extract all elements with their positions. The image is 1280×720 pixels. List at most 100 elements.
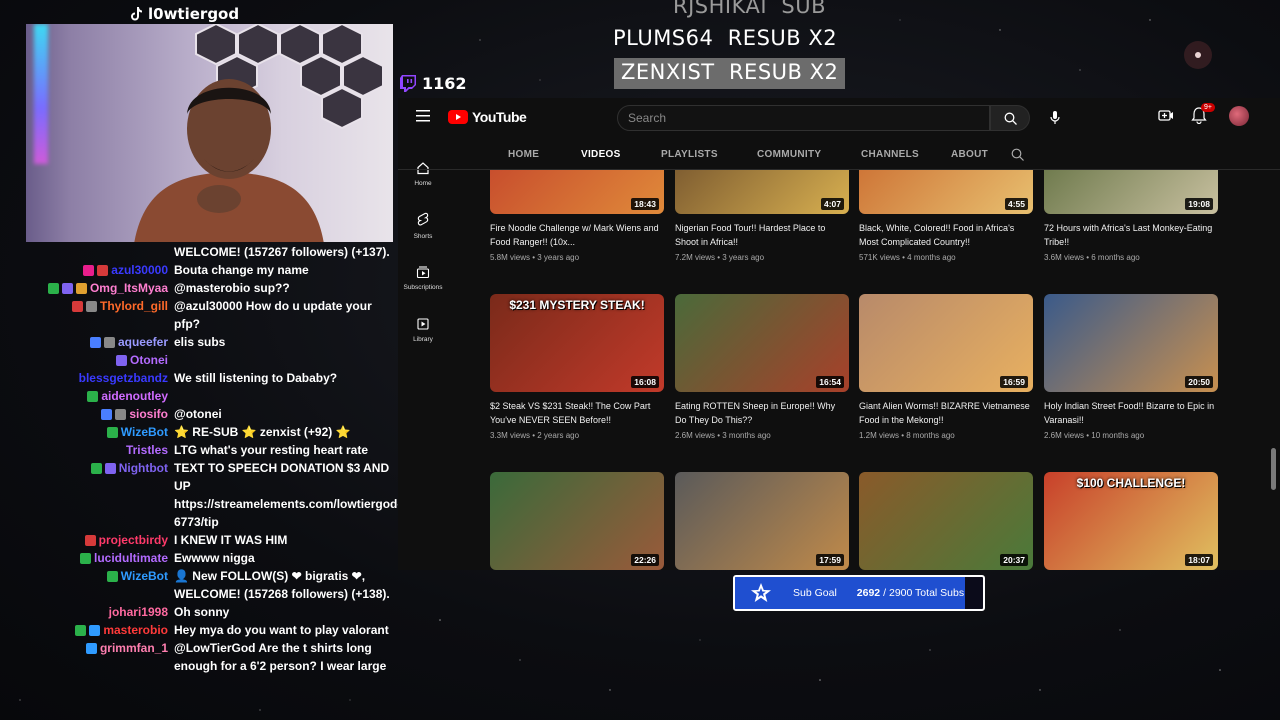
sidebar-item-library[interactable]: Library <box>398 304 448 356</box>
chat-username[interactable]: grimmfan_1 <box>100 639 168 657</box>
chat-message: azul30000 Bouta change my name <box>30 261 390 279</box>
chat-badge-icon[interactable] <box>75 282 87 294</box>
tab-about[interactable]: ABOUT <box>951 149 1011 160</box>
video-thumbnail[interactable]: 4:07 <box>675 170 849 214</box>
chat-username[interactable]: Tristles <box>126 441 168 459</box>
chat-username[interactable]: projectbirdy <box>99 531 168 549</box>
account-avatar[interactable] <box>1229 106 1249 126</box>
video-thumbnail[interactable]: 16:54 <box>675 294 849 392</box>
chat-badge-icon[interactable] <box>115 408 127 420</box>
chat-username[interactable]: aqueefer <box>118 333 168 351</box>
chat-badge-icon[interactable] <box>89 624 101 636</box>
video-thumbnail[interactable]: $100 CHALLENGE! 18:07 <box>1044 472 1218 570</box>
search-button[interactable] <box>990 105 1030 131</box>
chat-username[interactable]: Otonei <box>130 351 168 369</box>
video-thumbnail[interactable]: 4:55 <box>859 170 1033 214</box>
video-card[interactable]: 20:37 <box>859 472 1033 570</box>
video-thumbnail[interactable]: 16:59 <box>859 294 1033 392</box>
chat-badge-icon[interactable] <box>85 300 97 312</box>
channel-tabs: HOME VIDEOS PLAYLISTS COMMUNITY CHANNELS… <box>508 140 1024 168</box>
viewer-count: 1162 <box>400 74 467 93</box>
tab-channels[interactable]: CHANNELS <box>861 149 951 160</box>
sidebar-item-home[interactable]: Home <box>398 148 448 200</box>
video-title[interactable]: $2 Steak VS $231 Steak!! The Cow Part Yo… <box>490 400 664 427</box>
chat-badge-icon[interactable] <box>101 408 113 420</box>
video-title[interactable]: Nigerian Food Tour!! Hardest Place to Sh… <box>675 222 849 249</box>
tab-playlists[interactable]: PLAYLISTS <box>661 149 757 160</box>
video-thumbnail[interactable]: 20:37 <box>859 472 1033 570</box>
youtube-logo[interactable]: YouTube <box>448 109 527 125</box>
chat-badge-icon[interactable] <box>106 570 118 582</box>
video-card[interactable]: 17:59 <box>675 472 849 570</box>
create-button[interactable] <box>1157 106 1175 129</box>
tab-home[interactable]: HOME <box>508 149 581 160</box>
video-card[interactable]: 19:08 72 Hours with Africa's Last Monkey-… <box>1044 170 1218 262</box>
video-card[interactable]: 18:43 Fire Noodle Challenge w/ Mark Wiens… <box>490 170 664 262</box>
video-thumbnail[interactable]: $231 MYSTERY STEAK! 16:08 <box>490 294 664 392</box>
chat-badge-icon[interactable] <box>85 642 97 654</box>
chat-username[interactable]: aidenoutley <box>101 387 168 405</box>
chat-username[interactable]: WizeBot <box>121 567 168 585</box>
chat-badge-icon[interactable] <box>71 300 83 312</box>
menu-icon[interactable] <box>416 110 430 122</box>
video-thumbnail[interactable]: 20:50 <box>1044 294 1218 392</box>
tab-community[interactable]: COMMUNITY <box>757 149 861 160</box>
chat-username[interactable]: Nightbot <box>119 459 168 477</box>
search-input[interactable]: Search <box>617 105 990 131</box>
video-title[interactable]: 72 Hours with Africa's Last Monkey-Eatin… <box>1044 222 1218 249</box>
tab-videos[interactable]: VIDEOS <box>581 149 661 160</box>
chat-message: WELCOME! (157267 followers) (+137). <box>30 243 390 261</box>
chat-username[interactable]: masterobio <box>103 621 168 639</box>
chat-username[interactable]: johari1998 <box>109 603 168 621</box>
chat-badge-icon[interactable] <box>87 390 99 402</box>
video-thumbnail[interactable]: 17:59 <box>675 472 849 570</box>
video-title[interactable]: Black, White, Colored!! Food in Africa's… <box>859 222 1033 249</box>
video-thumbnail[interactable]: 18:43 <box>490 170 664 214</box>
chat-badge-icon[interactable] <box>89 336 101 348</box>
chat-username[interactable]: Omg_ItsMyaa <box>90 279 168 297</box>
video-card[interactable]: 16:59 Giant Alien Worms!! BIZARRE Vietnam… <box>859 294 1033 440</box>
video-title[interactable]: Fire Noodle Challenge w/ Mark Wiens and … <box>490 222 664 249</box>
video-title[interactable]: Eating ROTTEN Sheep in Europe!! Why Do T… <box>675 400 849 427</box>
chat-message-text: @LowTierGod Are the t shirts long enough… <box>174 641 387 673</box>
chat-badge-icon[interactable] <box>83 264 95 276</box>
video-card[interactable]: 20:50 Holy Indian Street Food!! Bizarre t… <box>1044 294 1218 440</box>
video-title[interactable]: Holy Indian Street Food!! Bizarre to Epi… <box>1044 400 1218 427</box>
chat-badge-icon[interactable] <box>79 552 91 564</box>
chat-badge-icon[interactable] <box>106 426 118 438</box>
chat-username[interactable]: Thylord_gill <box>100 297 168 315</box>
video-card[interactable]: 16:54 Eating ROTTEN Sheep in Europe!! Why… <box>675 294 849 440</box>
video-card[interactable]: 4:55 Black, White, Colored!! Food in Afri… <box>859 170 1033 262</box>
sidebar-item-subscriptions[interactable]: Subscriptions <box>398 252 448 304</box>
video-card[interactable]: 4:07 Nigerian Food Tour!! Hardest Place t… <box>675 170 849 262</box>
voice-search-button[interactable] <box>1042 105 1068 131</box>
chat-badge-icon[interactable] <box>103 336 115 348</box>
scrollbar-thumb[interactable] <box>1271 448 1276 490</box>
notifications-button[interactable]: 9+ <box>1191 103 1215 129</box>
chat-username[interactable]: siosifo <box>129 405 168 423</box>
chat-username[interactable]: lucidultimate <box>94 549 168 567</box>
chat-badge-icon[interactable] <box>61 282 73 294</box>
video-duration: 20:37 <box>1000 554 1028 566</box>
chat-username[interactable]: blessgetzbandz <box>79 369 168 387</box>
chat-badge-icon[interactable] <box>47 282 59 294</box>
video-card[interactable]: $231 MYSTERY STEAK! 16:08 $2 Steak VS $231… <box>490 294 664 440</box>
video-card[interactable]: $100 CHALLENGE! 18:07 <box>1044 472 1218 570</box>
chat-badge-icon[interactable] <box>97 264 109 276</box>
video-card[interactable]: 22:26 <box>490 472 664 570</box>
chat-username[interactable]: WizeBot <box>121 423 168 441</box>
subscriptions-icon <box>416 266 430 279</box>
chat-badge-icon[interactable] <box>116 354 127 366</box>
video-thumbnail[interactable]: 19:08 <box>1044 170 1218 214</box>
video-duration: 16:08 <box>631 376 659 388</box>
subtrain-line-2: PLUMS64 RESUB X2 <box>613 26 837 50</box>
chat-badge-icon[interactable] <box>90 462 102 474</box>
chat-badge-icon[interactable] <box>84 534 96 546</box>
video-thumbnail[interactable]: 22:26 <box>490 472 664 570</box>
video-title[interactable]: Giant Alien Worms!! BIZARRE Vietnamese F… <box>859 400 1033 427</box>
channel-search-icon[interactable] <box>1011 148 1024 161</box>
chat-badge-icon[interactable] <box>104 462 116 474</box>
chat-badge-icon[interactable] <box>75 624 87 636</box>
chat-username[interactable]: azul30000 <box>111 261 168 279</box>
sidebar-item-shorts[interactable]: Shorts <box>398 200 448 252</box>
